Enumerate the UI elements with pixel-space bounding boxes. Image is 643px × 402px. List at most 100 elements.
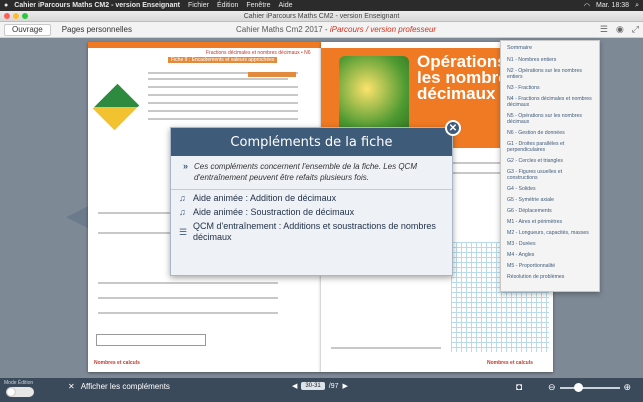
sommaire-item-g2[interactable]: G2 - Cercles et triangles <box>507 155 593 166</box>
menu-fenetre[interactable]: Fenêtre <box>246 2 270 9</box>
complement-label: Aide animée : Addition de décimaux <box>193 193 337 203</box>
tangram-illustration <box>92 83 140 131</box>
page-total: /97 <box>328 382 339 390</box>
zoom-slider-knob[interactable] <box>573 382 583 392</box>
next-page-icon[interactable]: ▶ <box>342 382 347 390</box>
window-controls <box>4 13 28 19</box>
app-toolbar: Ouvrage Pages personnelles Cahier Maths … <box>0 22 643 38</box>
complement-item-soustraction[interactable]: ♫ Aide animée : Soustraction de décimaux <box>171 204 452 218</box>
menubar-app-name[interactable]: Cahier iParcours Maths CM2 - version Ens… <box>14 2 180 9</box>
window-title: Cahier iParcours Maths CM2 - version Ens… <box>243 12 400 20</box>
menubar: ● Cahier iParcours Maths CM2 - version E… <box>0 0 643 11</box>
book-title: Cahier Maths Cm2 2017 - iParcours / vers… <box>236 25 436 34</box>
sommaire-item-m3[interactable]: M3 - Durées <box>507 238 593 249</box>
complement-item-qcm[interactable]: ☰ QCM d'entraînement : Additions et sous… <box>171 218 452 243</box>
close-window-button[interactable] <box>4 13 10 19</box>
show-complements-button[interactable]: ✕ Afficher les compléments <box>68 382 170 391</box>
window-titlebar: Cahier iParcours Maths CM2 - version Ens… <box>0 11 643 22</box>
data-table <box>96 334 206 346</box>
text-line <box>148 102 298 104</box>
previous-page-arrow-icon[interactable]: ◀ <box>66 198 89 233</box>
modal-description: » Ces compléments concernent l'ensemble … <box>171 156 452 183</box>
text-line <box>331 347 441 349</box>
close-modal-button[interactable]: ✕ <box>445 120 461 136</box>
tab-label: Ouvrage <box>12 25 43 34</box>
menu-aide[interactable]: Aide <box>279 2 293 9</box>
modal-description-text: Ces compléments concernent l'ensemble de… <box>194 162 417 182</box>
tab-pages-personnelles[interactable]: Pages personnelles <box>55 24 139 36</box>
text-line <box>148 94 298 96</box>
modal-title: Compléments de la fiche <box>171 128 452 156</box>
list-icon: ☰ <box>179 226 188 237</box>
page-navigator: ◀ 30-31 /97 ▶ <box>292 382 348 390</box>
sommaire-item-n5[interactable]: N5 - Opérations sur les nombres décimaux <box>507 110 593 127</box>
left-page-section: Fiche 9 : Encadrements et valeurs approc… <box>168 57 278 63</box>
sommaire-item-g6[interactable]: G6 - Déplacements <box>507 205 593 216</box>
text-line <box>148 86 298 88</box>
sommaire-item-m2[interactable]: M2 - Longueurs, capacités, masses <box>507 227 593 238</box>
previous-page-icon[interactable]: ◀ <box>292 382 297 390</box>
text-line <box>148 78 288 80</box>
sommaire-item-g4[interactable]: G4 - Solides <box>507 183 593 194</box>
search-icon[interactable]: ⌕ <box>635 2 639 10</box>
mascot-illustration <box>339 56 409 138</box>
page-band <box>88 42 321 48</box>
text-line <box>98 282 278 284</box>
text-line <box>98 312 278 314</box>
sommaire-item-m4[interactable]: M4 - Angles <box>507 249 593 260</box>
sommaire-item-n2[interactable]: N2 - Opérations sur les nombres entiers <box>507 65 593 82</box>
sommaire-item-n4[interactable]: N4 - Fractions décimales et nombres déci… <box>507 93 593 110</box>
chevron-right-icon: » <box>183 161 189 171</box>
wifi-icon[interactable]: ◠ <box>584 2 590 10</box>
list-icon[interactable]: ☰ <box>600 24 608 35</box>
complement-label: Aide animée : Soustraction de décimaux <box>193 207 355 217</box>
headphones-icon: ♫ <box>179 207 186 217</box>
bottom-bar: Mode Édition ✕ Afficher les compléments … <box>0 378 643 402</box>
complement-item-addition[interactable]: ♫ Aide animée : Addition de décimaux <box>171 190 452 204</box>
sommaire-item-g3[interactable]: G3 - Figures usuelles et constructions <box>507 166 593 183</box>
sommaire-item-n6[interactable]: N6 - Gestion de données <box>507 127 593 138</box>
sommaire-item-n1[interactable]: N1 - Nombres entiers <box>507 54 593 65</box>
book-subtitle: iParcours / version professeur <box>329 25 437 34</box>
menu-fichier[interactable]: Fichier <box>188 2 209 9</box>
show-complements-label: Afficher les compléments <box>80 382 170 391</box>
sommaire-dropdown: Sommaire N1 - Nombres entiers N2 - Opéra… <box>500 40 600 292</box>
sommaire-item-g5[interactable]: G5 - Symétrie axiale <box>507 194 593 205</box>
complement-label: QCM d'entraînement : Additions et soustr… <box>193 221 436 242</box>
close-icon: ✕ <box>448 122 458 134</box>
zoom-out-icon[interactable]: ⊖ <box>548 382 556 393</box>
sommaire-item-n3[interactable]: N3 - Fractions <box>507 82 593 93</box>
right-page-footer: Nombres et calculs <box>487 360 533 366</box>
tab-ouvrage[interactable]: Ouvrage <box>4 23 51 36</box>
maximize-window-button[interactable] <box>22 13 28 19</box>
complements-modal: Compléments de la fiche » Ces complément… <box>170 127 453 276</box>
mode-edition-label: Mode Édition <box>4 380 34 386</box>
tab-label: Pages personnelles <box>61 25 132 34</box>
sommaire-item-m1[interactable]: M1 - Aires et périmètres <box>507 216 593 227</box>
toolbar-tools: ☰ ◉ ⤢ <box>600 24 639 35</box>
minimize-window-button[interactable] <box>13 13 19 19</box>
text-line <box>148 110 298 112</box>
left-page-header: Fractions décimales et nombres décimaux … <box>206 50 311 56</box>
text-line <box>148 118 298 120</box>
camera-icon[interactable]: ◘ <box>516 382 522 393</box>
clock[interactable]: Mar. 18:38 <box>596 2 629 9</box>
sommaire-item-m5[interactable]: M5 - Proportionnalité <box>507 260 593 271</box>
sommaire-item-problemes[interactable]: Résolution de problèmes <box>507 271 593 282</box>
sommaire-title: Sommaire <box>507 45 533 51</box>
table-header-bar <box>248 72 296 77</box>
menu-edition[interactable]: Édition <box>217 2 238 9</box>
mode-edition-toggle[interactable] <box>6 387 34 397</box>
eye-icon[interactable]: ◉ <box>616 24 624 35</box>
left-page-footer: Nombres et calculs <box>94 360 140 366</box>
zoom-slider[interactable] <box>559 382 620 392</box>
text-line <box>98 297 278 299</box>
page-input[interactable]: 30-31 <box>301 382 325 390</box>
sommaire-item-g1[interactable]: G1 - Droites parallèles et perpendiculai… <box>507 138 593 155</box>
expand-icon[interactable]: ⤢ <box>632 24 639 35</box>
close-icon: ✕ <box>68 382 75 391</box>
apple-icon[interactable]: ● <box>4 2 8 9</box>
menubar-status: ◠ Mar. 18:38 ⌕ <box>584 2 639 10</box>
zoom-in-icon[interactable]: ⊕ <box>624 382 632 393</box>
book-title-text: Cahier Maths Cm2 2017 - <box>236 25 330 34</box>
